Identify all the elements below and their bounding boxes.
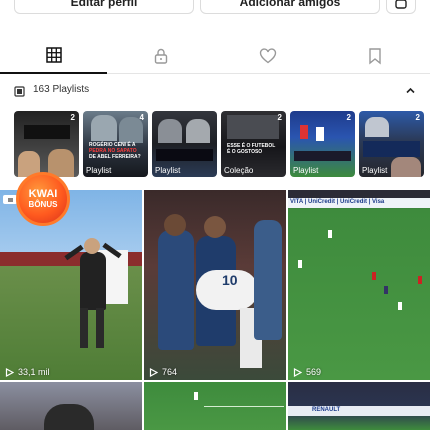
- video-thumbnail[interactable]: RENAULT: [288, 382, 430, 430]
- play-icon: [5, 367, 14, 377]
- profile-actions: Editar perfil Adicionar amigos: [0, 0, 430, 14]
- video-thumbnail[interactable]: 10 764: [144, 190, 286, 380]
- playlist-card[interactable]: 2: [14, 111, 79, 177]
- lock-icon: [154, 48, 167, 64]
- video-grid: 33,1 mil 10 764 VITA | UniCredit | UniCr…: [0, 190, 430, 430]
- bookmark-icon: [368, 48, 381, 65]
- view-count: 764: [149, 367, 177, 377]
- playlists-header[interactable]: 163 Playlists: [0, 80, 430, 102]
- play-icon: [293, 367, 302, 377]
- playlist-card[interactable]: ESSE É O FUTEBOL É O GOSTOSO 2 Coleção: [221, 111, 286, 177]
- play-icon: [149, 367, 158, 377]
- grid-icon: [45, 47, 62, 63]
- view-count: 33,1 mil: [5, 367, 50, 377]
- video-thumbnail[interactable]: [0, 382, 142, 430]
- tab-videos[interactable]: [0, 38, 107, 74]
- video-thumbnail[interactable]: 33,1 mil: [0, 190, 142, 380]
- playlist-card[interactable]: 2 Playlist: [359, 111, 424, 177]
- playlist-carousel: 2 ROGÉRIO CENI É A PEDRA NO SAPATO DE AB…: [14, 111, 430, 177]
- video-thumbnail[interactable]: [144, 382, 286, 430]
- playlist-card[interactable]: Playlist: [152, 111, 217, 177]
- share-icon: [395, 0, 407, 9]
- profile-tabs: [0, 38, 430, 74]
- edit-profile-button[interactable]: Editar perfil: [14, 0, 194, 14]
- tab-private[interactable]: [107, 38, 214, 74]
- pinned-badge: [3, 195, 17, 204]
- view-count: 569: [293, 367, 321, 377]
- playlist-icon: [14, 86, 25, 97]
- chevron-up-icon[interactable]: [405, 85, 416, 96]
- tab-liked[interactable]: [214, 38, 321, 74]
- profile-page: Editar perfil Adicionar amigos 163 Playl…: [0, 0, 430, 430]
- video-thumbnail[interactable]: VITA | UniCredit | UniCredit | Visa 569: [288, 190, 430, 380]
- playlist-count: 163 Playlists: [33, 84, 90, 95]
- playlist-card[interactable]: ROGÉRIO CENI É A PEDRA NO SAPATO DE ABEL…: [83, 111, 148, 177]
- pin-icon: [7, 197, 13, 202]
- add-friends-button[interactable]: Adicionar amigos: [200, 0, 380, 14]
- tab-saved[interactable]: [321, 38, 428, 74]
- kwai-bonus-badge[interactable]: KWAI BÔNUS: [16, 172, 70, 226]
- playlist-card[interactable]: 2 Playlist: [290, 111, 355, 177]
- share-profile-button[interactable]: [386, 0, 416, 14]
- heart-icon: [259, 48, 276, 64]
